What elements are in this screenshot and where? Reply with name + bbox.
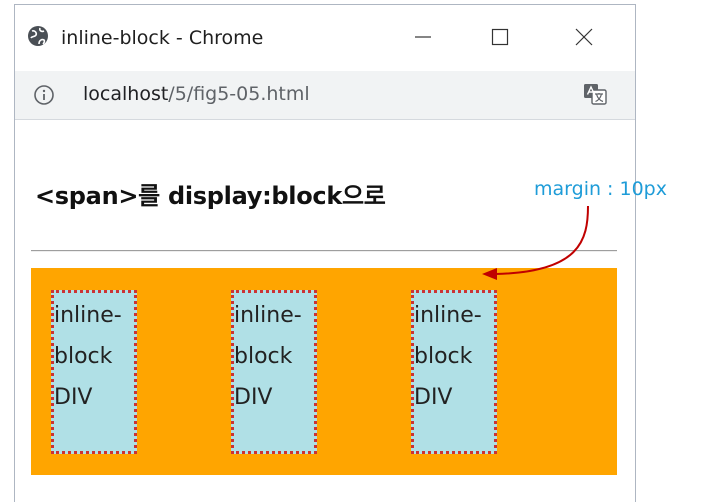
inline-block-div: inline- block DIV xyxy=(411,290,497,454)
box-line: inline- xyxy=(54,303,122,328)
url-text[interactable]: localhost/5/fig5-05.html xyxy=(83,83,310,105)
annotation-arrow-icon xyxy=(482,205,589,280)
minimize-button[interactable] xyxy=(400,19,446,55)
window-title: inline-block - Chrome xyxy=(61,27,264,49)
globe-icon xyxy=(28,26,48,46)
url-path: /5/fig5-05.html xyxy=(168,83,310,105)
box-line: block xyxy=(414,344,473,369)
maximize-icon xyxy=(491,28,509,46)
title-bar: inline-block - Chrome xyxy=(15,5,635,71)
box-line: inline- xyxy=(414,303,482,328)
box-line: DIV xyxy=(54,385,93,410)
close-button[interactable] xyxy=(561,19,607,55)
box-line: block xyxy=(234,344,293,369)
box-line: DIV xyxy=(414,385,453,410)
translate-icon[interactable] xyxy=(583,82,607,106)
close-icon xyxy=(575,28,593,46)
info-icon[interactable] xyxy=(33,84,55,106)
box-line: block xyxy=(54,344,113,369)
margin-annotation: margin : 10px xyxy=(534,178,667,200)
maximize-button[interactable] xyxy=(477,19,523,55)
inline-block-div: inline- block DIV xyxy=(231,290,317,454)
inline-block-div: inline- block DIV xyxy=(51,290,137,454)
address-bar[interactable]: localhost/5/fig5-05.html xyxy=(15,71,635,120)
url-host: localhost xyxy=(83,83,169,105)
minimize-icon xyxy=(415,36,431,38)
box-line: inline- xyxy=(234,303,302,328)
inline-block-container: inline- block DIV inline- block DIV inli… xyxy=(31,268,617,475)
box-line: DIV xyxy=(234,385,273,410)
page-heading: <span>를 display:block으로 xyxy=(35,182,386,210)
